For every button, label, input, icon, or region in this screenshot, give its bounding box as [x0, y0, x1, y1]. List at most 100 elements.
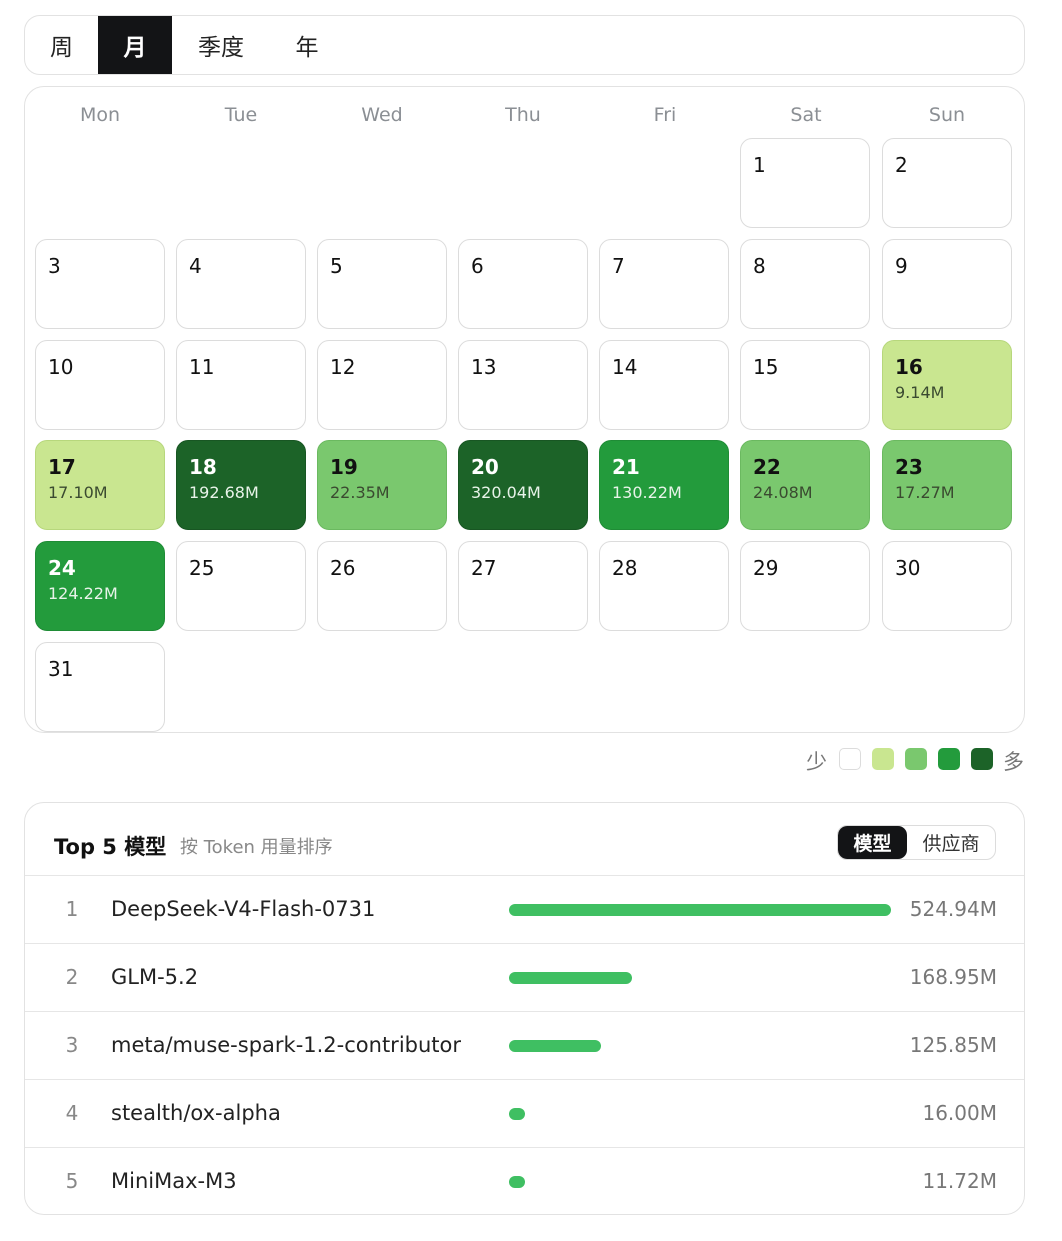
legend-swatch-level-1 — [872, 748, 894, 770]
tab-quarter[interactable]: 季度 — [172, 16, 270, 74]
calendar-day-cell[interactable]: 10 — [35, 340, 165, 430]
legend-more-label: 多 — [1003, 750, 1024, 774]
calendar-day-cell[interactable]: 15 — [740, 340, 870, 430]
calendar-day-cell[interactable]: 22 24.08M — [740, 440, 870, 530]
weekday-header: Fri — [653, 104, 677, 126]
legend-swatch-level-4 — [971, 748, 993, 770]
tab-week[interactable]: 周 — [25, 16, 98, 74]
calendar-day-cell[interactable]: 3 — [35, 239, 165, 329]
day-number: 27 — [471, 556, 497, 580]
tab-month[interactable]: 月 — [98, 16, 172, 74]
day-number: 26 — [330, 556, 356, 580]
weekday-header: Wed — [361, 104, 403, 126]
model-name: meta/muse-spark-1.2-contributor — [111, 1033, 462, 1057]
calendar-day-cell[interactable]: 4 — [176, 239, 306, 329]
toggle-provider-button[interactable]: 供应商 — [907, 826, 995, 859]
calendar-day-cell[interactable]: 26 — [317, 541, 447, 631]
calendar-day-cell[interactable]: 17 17.10M — [35, 440, 165, 530]
calendar-day-cell[interactable]: 27 — [458, 541, 588, 631]
calendar-day-cell[interactable]: 7 — [599, 239, 729, 329]
calendar-day-cell[interactable]: 24 124.22M — [35, 541, 165, 631]
day-token-usage: 9.14M — [895, 383, 945, 402]
usage-bar-track — [509, 1176, 891, 1188]
usage-bar-track — [509, 904, 891, 916]
usage-bar — [509, 904, 891, 916]
usage-bar-track — [509, 1108, 891, 1120]
day-number: 23 — [895, 455, 923, 479]
usage-bar — [509, 972, 632, 984]
calendar-day-cell[interactable]: 6 — [458, 239, 588, 329]
model-row[interactable]: 4 stealth/ox-alpha 16.00M — [25, 1079, 1024, 1147]
weekday-header: Sat — [790, 104, 822, 126]
model-name: stealth/ox-alpha — [111, 1101, 281, 1125]
model-row[interactable]: 2 GLM-5.2 168.95M — [25, 943, 1024, 1011]
top-models-subtitle: 按 Token 用量排序 — [180, 837, 333, 858]
calendar-day-cell[interactable]: 18 192.68M — [176, 440, 306, 530]
calendar-day-cell[interactable]: 1 — [740, 138, 870, 228]
day-token-usage: 124.22M — [48, 584, 118, 603]
calendar-day-cell[interactable]: 21 130.22M — [599, 440, 729, 530]
day-number: 15 — [753, 355, 779, 379]
model-row[interactable]: 5 MiniMax-M3 11.72M — [25, 1147, 1024, 1214]
calendar-day-cell[interactable]: 23 17.27M — [882, 440, 1012, 530]
model-rank: 2 — [65, 965, 79, 989]
legend-swatch-level-2 — [905, 748, 927, 770]
model-row[interactable]: 1 DeepSeek-V4-Flash-0731 524.94M — [25, 875, 1024, 943]
day-number: 20 — [471, 455, 499, 479]
calendar-day-cell[interactable]: 12 — [317, 340, 447, 430]
day-number: 3 — [48, 254, 61, 278]
day-number: 11 — [189, 355, 215, 379]
calendar-day-cell[interactable]: 25 — [176, 541, 306, 631]
calendar-day-cell[interactable]: 19 22.35M — [317, 440, 447, 530]
day-number: 6 — [471, 254, 484, 278]
usage-bar-track — [509, 972, 891, 984]
calendar-day-cell[interactable]: 29 — [740, 541, 870, 631]
calendar-day-cell[interactable]: 20 320.04M — [458, 440, 588, 530]
model-row[interactable]: 3 meta/muse-spark-1.2-contributor 125.85M — [25, 1011, 1024, 1079]
day-token-usage: 130.22M — [612, 483, 682, 502]
day-number: 19 — [330, 455, 358, 479]
calendar-day-cell[interactable]: 11 — [176, 340, 306, 430]
day-number: 16 — [895, 355, 923, 379]
calendar-day-cell[interactable]: 9 — [882, 239, 1012, 329]
calendar-day-cell[interactable]: 5 — [317, 239, 447, 329]
day-number: 29 — [753, 556, 779, 580]
day-number: 8 — [753, 254, 766, 278]
day-token-usage: 192.68M — [189, 483, 259, 502]
model-rank: 4 — [65, 1101, 79, 1125]
calendar-day-cell[interactable]: 13 — [458, 340, 588, 430]
toggle-model-button[interactable]: 模型 — [838, 826, 907, 859]
day-number: 12 — [330, 355, 356, 379]
model-token-usage: 11.72M — [922, 1169, 997, 1193]
usage-bar — [509, 1108, 525, 1120]
day-number: 14 — [612, 355, 638, 379]
day-number: 1 — [753, 153, 766, 177]
model-name: GLM-5.2 — [111, 965, 199, 989]
model-token-usage: 125.85M — [909, 1033, 997, 1057]
weekday-header: Tue — [224, 104, 258, 126]
calendar-day-cell[interactable]: 14 — [599, 340, 729, 430]
legend-less-label: 少 — [806, 750, 827, 774]
day-number: 21 — [612, 455, 640, 479]
calendar-day-cell[interactable]: 2 — [882, 138, 1012, 228]
day-number: 9 — [895, 254, 908, 278]
day-number: 24 — [48, 556, 76, 580]
model-name: DeepSeek-V4-Flash-0731 — [111, 897, 376, 921]
day-number: 22 — [753, 455, 781, 479]
day-number: 4 — [189, 254, 202, 278]
day-number: 31 — [48, 657, 74, 681]
legend-swatch-level-0 — [839, 748, 861, 770]
tab-year[interactable]: 年 — [270, 16, 344, 74]
calendar-day-cell[interactable]: 30 — [882, 541, 1012, 631]
day-number: 5 — [330, 254, 343, 278]
legend-swatch-level-3 — [938, 748, 960, 770]
calendar-day-cell[interactable]: 31 — [35, 642, 165, 732]
day-token-usage: 24.08M — [753, 483, 813, 502]
calendar-day-cell[interactable]: 28 — [599, 541, 729, 631]
model-rank: 3 — [65, 1033, 79, 1057]
calendar-day-cell[interactable]: 16 9.14M — [882, 340, 1012, 430]
day-number: 25 — [189, 556, 215, 580]
calendar-day-cell[interactable]: 8 — [740, 239, 870, 329]
day-number: 28 — [612, 556, 638, 580]
period-tabs: 周 月 季度 年 — [24, 15, 1025, 75]
